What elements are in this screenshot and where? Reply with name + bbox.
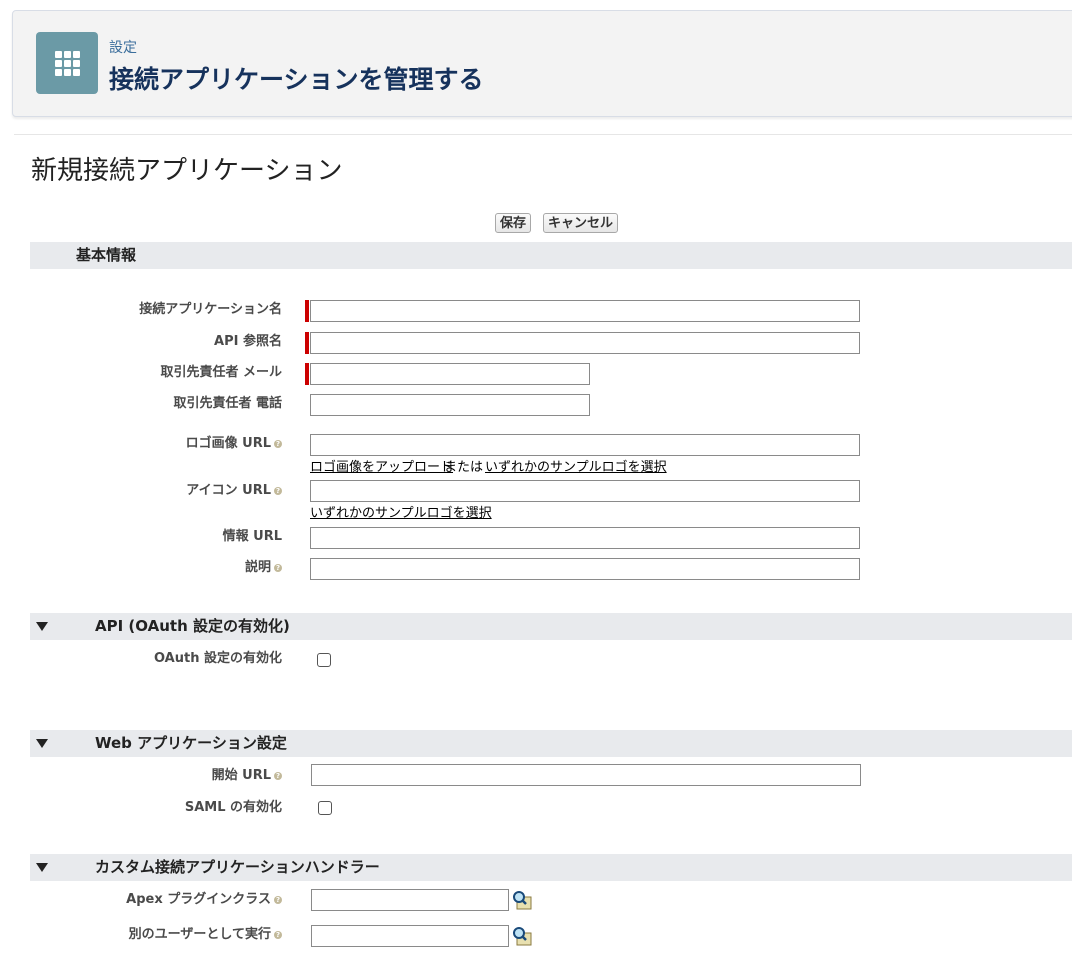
save-button[interactable]: 保存 <box>495 213 532 233</box>
icon-url-label: アイコン URL? <box>186 483 282 498</box>
collapse-triangle-icon[interactable] <box>36 622 48 631</box>
app-grid-icon <box>36 32 98 94</box>
api-name-label: API 参照名 <box>214 334 282 349</box>
info-url-label: 情報 URL <box>222 529 282 544</box>
required-indicator <box>305 300 309 322</box>
required-indicator <box>305 332 309 354</box>
app-name-input[interactable] <box>310 300 860 322</box>
choose-sample-logo-link[interactable]: いずれかのサンプルロゴを選択 <box>485 456 667 475</box>
upload-logo-link[interactable]: ロゴ画像をアップロード <box>310 456 453 475</box>
cancel-button[interactable]: キャンセル <box>543 213 619 233</box>
contact-phone-input[interactable] <box>310 394 590 416</box>
lookup-icon[interactable] <box>511 925 533 947</box>
run-as-input[interactable] <box>311 925 509 947</box>
info-url-input[interactable] <box>310 527 860 549</box>
or-text: または <box>444 460 484 475</box>
start-url-label: 開始 URL? <box>211 768 282 783</box>
help-icon[interactable]: ? <box>274 563 282 572</box>
setup-header: 設定 接続アプリケーションを管理する <box>12 10 1072 117</box>
icon-url-input[interactable] <box>310 480 860 502</box>
help-icon[interactable]: ? <box>274 771 282 780</box>
section-web-app-title: Web アプリケーション設定 <box>95 734 287 752</box>
app-name-label: 接続アプリケーション名 <box>139 302 282 317</box>
oauth-enable-checkbox[interactable] <box>317 653 331 667</box>
section-basic-info: 基本情報 <box>30 242 1072 269</box>
logo-url-input[interactable] <box>310 434 860 456</box>
description-label: 説明? <box>244 560 282 575</box>
oauth-enable-label: OAuth 設定の有効化 <box>153 651 282 666</box>
run-as-label: 別のユーザーとして実行? <box>128 927 282 942</box>
section-custom-handler[interactable]: カスタム接続アプリケーションハンドラー <box>30 854 1072 881</box>
choose-sample-icon-link[interactable]: いずれかのサンプルロゴを選択 <box>310 502 492 521</box>
apex-plugin-label: Apex プラグインクラス? <box>126 892 282 907</box>
api-name-input[interactable] <box>310 332 860 354</box>
breadcrumb[interactable]: 設定 <box>109 37 137 57</box>
contact-email-label: 取引先責任者 メール <box>160 365 282 380</box>
start-url-input[interactable] <box>311 764 861 786</box>
saml-enable-label: SAML の有効化 <box>184 800 282 815</box>
required-indicator <box>305 363 309 385</box>
help-icon[interactable]: ? <box>274 930 282 939</box>
help-icon[interactable]: ? <box>274 439 282 448</box>
description-input[interactable] <box>310 558 860 580</box>
apex-plugin-input[interactable] <box>311 889 509 911</box>
section-custom-handler-title: カスタム接続アプリケーションハンドラー <box>95 858 380 876</box>
contact-phone-label: 取引先責任者 電話 <box>173 396 282 411</box>
lookup-icon[interactable] <box>511 889 533 911</box>
section-api-oauth[interactable]: API (OAuth 設定の有効化) <box>30 613 1072 640</box>
help-icon[interactable]: ? <box>274 895 282 904</box>
section-basic-info-title: 基本情報 <box>76 246 137 264</box>
collapse-triangle-icon[interactable] <box>36 739 48 748</box>
page-title: 新規接続アプリケーション <box>31 156 343 186</box>
logo-url-label: ロゴ画像 URL? <box>185 436 282 451</box>
header-title: 接続アプリケーションを管理する <box>109 65 484 94</box>
contact-email-input[interactable] <box>310 363 590 385</box>
saml-enable-checkbox[interactable] <box>318 801 332 815</box>
section-web-app[interactable]: Web アプリケーション設定 <box>30 730 1072 757</box>
help-icon[interactable]: ? <box>274 486 282 495</box>
collapse-triangle-icon[interactable] <box>36 863 48 872</box>
section-api-oauth-title: API (OAuth 設定の有効化) <box>95 617 290 635</box>
